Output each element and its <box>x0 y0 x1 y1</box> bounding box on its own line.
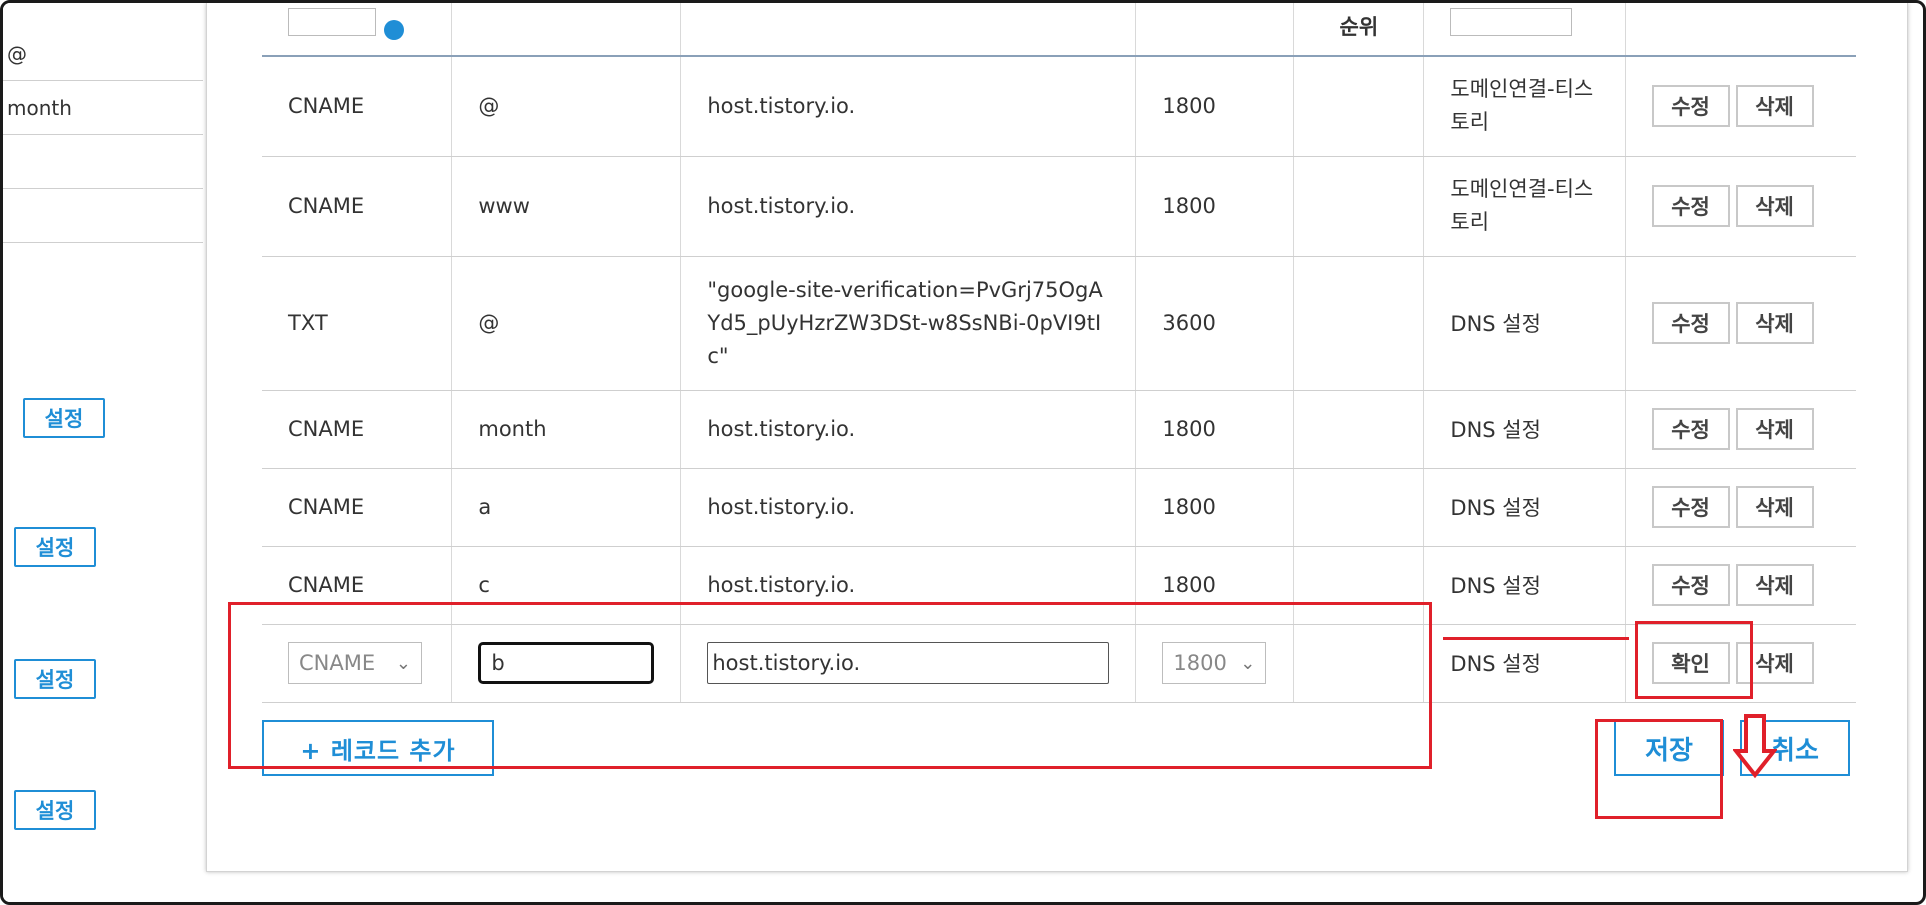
edit-button[interactable]: 수정 <box>1651 486 1730 528</box>
cell-priority <box>1293 56 1425 157</box>
cell-type: CNAME <box>262 468 453 547</box>
help-icon[interactable] <box>384 20 404 40</box>
annotation-box-new-record <box>228 602 1432 769</box>
cell-host: www <box>451 156 682 257</box>
cell-priority <box>1293 256 1425 391</box>
cell-memo: DNS 설정 <box>1423 256 1626 391</box>
bg-settings-button[interactable]: 설정 <box>14 790 96 830</box>
cell-host: @ <box>451 256 682 391</box>
delete-button[interactable]: 삭제 <box>1735 408 1814 450</box>
cell-priority <box>1293 468 1425 547</box>
cell-type: CNAME <box>262 56 453 157</box>
edit-button[interactable]: 수정 <box>1651 408 1730 450</box>
delete-button[interactable]: 삭제 <box>1735 85 1814 128</box>
table-row: CNAME www host.tistory.io. 1800 도메인연결-티스… <box>262 156 1856 257</box>
header-memo <box>1423 3 1626 57</box>
table-row: CNAME a host.tistory.io. 1800 DNS 설정 수정 삭… <box>262 468 1856 547</box>
edit-button[interactable]: 수정 <box>1651 85 1730 128</box>
annotation-connector-line <box>1443 637 1629 640</box>
cell-priority <box>1293 156 1425 257</box>
header-actions <box>1625 3 1856 57</box>
cell-ttl: 3600 <box>1135 256 1295 391</box>
cell-ttl: 1800 <box>1135 468 1295 547</box>
bg-row-text: month <box>7 96 72 120</box>
cell-type: CNAME <box>262 390 453 469</box>
cell-host: @ <box>451 56 682 157</box>
cell-memo: DNS 설정 <box>1423 468 1626 547</box>
cell-memo: 도메인연결-티스토리 <box>1423 56 1626 157</box>
header-host <box>451 3 682 57</box>
cell-actions: 수정 삭제 <box>1625 546 1856 625</box>
bg-settings-button[interactable]: 설정 <box>23 398 105 438</box>
table-row: CNAME @ host.tistory.io. 1800 도메인연결-티스토리… <box>262 56 1856 157</box>
annotation-box-confirm <box>1635 621 1753 699</box>
background-page: @ month 설정 설정 설정 설정 <box>3 3 213 902</box>
bg-row: @ <box>3 27 203 81</box>
header-value <box>680 3 1137 57</box>
type-filter-box[interactable] <box>288 8 376 36</box>
cell-value: host.tistory.io. <box>680 56 1137 157</box>
header-type <box>262 3 453 57</box>
cell-memo: DNS 설정 <box>1423 624 1626 703</box>
memo-filter-box[interactable] <box>1450 8 1573 36</box>
cell-value: "google-site-verification=PvGrj75OgAYd5_… <box>680 256 1137 391</box>
delete-button[interactable]: 삭제 <box>1735 564 1814 606</box>
cell-type: TXT <box>262 256 453 391</box>
screenshot-frame: @ month 설정 설정 설정 설정 순위 CNAME @ host.tist… <box>0 0 1926 905</box>
cell-value: host.tistory.io. <box>680 468 1137 547</box>
cell-actions: 수정 삭제 <box>1625 256 1856 391</box>
delete-button[interactable]: 삭제 <box>1735 486 1814 528</box>
table-header-row: 순위 <box>262 3 1856 57</box>
cell-memo: DNS 설정 <box>1423 546 1626 625</box>
cell-memo: 도메인연결-티스토리 <box>1423 156 1626 257</box>
bg-row-text: @ <box>7 42 27 66</box>
table-row: CNAME month host.tistory.io. 1800 DNS 설정… <box>262 390 1856 469</box>
bg-settings-button[interactable]: 설정 <box>14 659 96 699</box>
cell-memo: DNS 설정 <box>1423 390 1626 469</box>
bg-row <box>3 135 203 189</box>
cell-actions: 수정 삭제 <box>1625 156 1856 257</box>
cell-value: host.tistory.io. <box>680 390 1137 469</box>
header-ttl <box>1135 3 1295 57</box>
delete-button[interactable]: 삭제 <box>1735 185 1814 227</box>
annotation-box-save <box>1595 719 1723 819</box>
cell-actions: 수정 삭제 <box>1625 56 1856 157</box>
table-row: TXT @ "google-site-verification=PvGrj75O… <box>262 256 1856 391</box>
priority-label: 순위 <box>1339 15 1379 39</box>
cell-priority <box>1293 390 1425 469</box>
down-arrow-icon <box>1733 714 1777 779</box>
header-priority: 순위 <box>1293 3 1425 57</box>
cell-type: CNAME <box>262 156 453 257</box>
cell-ttl: 1800 <box>1135 390 1295 469</box>
cell-actions: 수정 삭제 <box>1625 390 1856 469</box>
edit-button[interactable]: 수정 <box>1651 302 1730 344</box>
cell-host: a <box>451 468 682 547</box>
edit-button[interactable]: 수정 <box>1651 185 1730 227</box>
cell-ttl: 1800 <box>1135 56 1295 157</box>
bg-row <box>3 189 203 243</box>
cell-host: month <box>451 390 682 469</box>
cell-value: host.tistory.io. <box>680 156 1137 257</box>
dns-records-table: 순위 CNAME @ host.tistory.io. 1800 도메인연결-티… <box>262 3 1856 703</box>
delete-button[interactable]: 삭제 <box>1735 302 1814 344</box>
bg-row: month <box>3 81 203 135</box>
bg-settings-button[interactable]: 설정 <box>14 527 96 567</box>
edit-button[interactable]: 수정 <box>1651 564 1730 606</box>
cell-actions: 수정 삭제 <box>1625 468 1856 547</box>
cell-ttl: 1800 <box>1135 156 1295 257</box>
